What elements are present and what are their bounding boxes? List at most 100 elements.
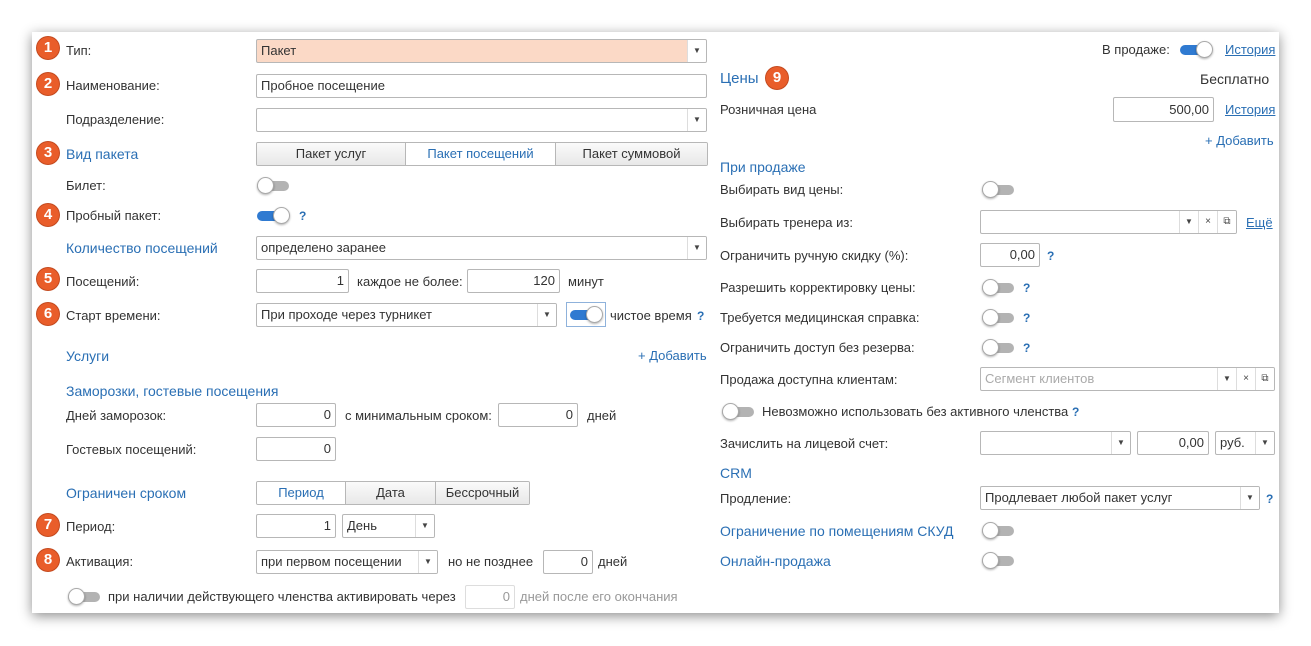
medical-cert-help-icon[interactable]: ? xyxy=(1023,310,1030,326)
name-input[interactable]: Пробное посещение xyxy=(256,74,707,98)
chevron-down-icon[interactable]: ▼ xyxy=(1217,368,1236,390)
period-unit-select[interactable]: День ▼ xyxy=(342,514,435,538)
more-link[interactable]: Ещё xyxy=(1246,215,1273,231)
each-max-input[interactable]: 120 xyxy=(467,269,560,293)
guest-visits-input[interactable]: 0 xyxy=(256,437,336,461)
online-sale-toggle[interactable] xyxy=(982,552,1016,570)
limit-no-reserve-toggle[interactable] xyxy=(982,339,1016,357)
form-panel: 1 Тип: Пакет ▼ 2 Наименование: Пробное п… xyxy=(32,32,1279,613)
free-label: Бесплатно xyxy=(1200,71,1270,87)
membership-activate-input[interactable]: 0 xyxy=(465,585,515,609)
chevron-down-icon[interactable]: ▼ xyxy=(415,515,434,537)
chevron-down-icon[interactable]: ▼ xyxy=(687,109,706,131)
medical-cert-label: Требуется медицинская справка: xyxy=(720,310,920,325)
package-kind-services[interactable]: Пакет услуг xyxy=(257,143,406,165)
name-label: Наименование: xyxy=(66,78,160,93)
on-sale-section-title: При продаже xyxy=(720,159,806,175)
step-badge-3: 3 xyxy=(37,142,59,164)
choose-price-kind-label: Выбирать вид цены: xyxy=(720,182,844,197)
choose-trainer-label: Выбирать тренера из: xyxy=(720,215,853,230)
package-kind-visits[interactable]: Пакет посещений xyxy=(406,143,556,165)
sale-clients-placeholder: Сегмент клиентов xyxy=(985,371,1095,386)
period-input[interactable]: 1 xyxy=(256,514,336,538)
limit-no-reserve-label: Ограничить доступ без резерва: xyxy=(720,340,915,355)
type-select[interactable]: Пакет ▼ xyxy=(256,39,707,63)
trial-toggle[interactable] xyxy=(257,207,291,225)
credit-account-select[interactable]: ▼ xyxy=(980,431,1131,455)
period-unit-value: День xyxy=(347,518,377,533)
services-add-link[interactable]: + Добавить xyxy=(638,348,707,364)
freeze-days-input[interactable]: 0 xyxy=(256,403,336,427)
choose-trainer-select[interactable]: ▼ × ⧉ xyxy=(980,210,1237,234)
renewal-select[interactable]: Продлевает любой пакет услуг ▼ xyxy=(980,486,1260,510)
step-badge-7: 7 xyxy=(37,514,59,536)
online-sale-label: Онлайн-продажа xyxy=(720,553,831,569)
limited-period[interactable]: Период xyxy=(257,482,346,504)
limited-label: Ограничен сроком xyxy=(66,485,187,501)
open-window-icon[interactable]: ⧉ xyxy=(1255,368,1274,390)
chevron-down-icon[interactable]: ▼ xyxy=(1240,487,1259,509)
time-start-value: При проходе через турникет xyxy=(261,307,432,322)
package-kind-label: Вид пакета xyxy=(66,146,139,162)
clear-icon[interactable]: × xyxy=(1236,368,1255,390)
time-start-label: Старт времени: xyxy=(66,308,161,323)
activation-select[interactable]: при первом посещении ▼ xyxy=(256,550,438,574)
medical-cert-toggle[interactable] xyxy=(982,309,1016,327)
guest-visits-label: Гостевых посещений: xyxy=(66,442,197,457)
chevron-down-icon[interactable]: ▼ xyxy=(1255,432,1274,454)
ticket-toggle[interactable] xyxy=(257,177,291,195)
chevron-down-icon[interactable]: ▼ xyxy=(1179,211,1198,233)
currency-select[interactable]: руб. ▼ xyxy=(1215,431,1275,455)
net-time-help-icon[interactable]: ? xyxy=(697,308,704,324)
no-membership-help-icon[interactable]: ? xyxy=(1072,404,1079,420)
credit-amount-input[interactable]: 0,00 xyxy=(1137,431,1209,455)
price-add-link[interactable]: + Добавить xyxy=(1205,133,1274,149)
trial-help-icon[interactable]: ? xyxy=(299,208,306,224)
net-time-label: чистое время xyxy=(610,308,692,323)
limit-discount-help-icon[interactable]: ? xyxy=(1047,248,1054,264)
package-kind-sum[interactable]: Пакет суммовой xyxy=(556,143,707,165)
open-window-icon[interactable]: ⧉ xyxy=(1217,211,1236,233)
no-later-input[interactable]: 0 xyxy=(543,550,593,574)
visits-input[interactable]: 1 xyxy=(256,269,349,293)
each-max-label: каждое не более: xyxy=(357,274,463,289)
time-start-select[interactable]: При проходе через турникет ▼ xyxy=(256,303,557,327)
limited-unlimited[interactable]: Бессрочный xyxy=(436,482,529,504)
choose-price-kind-toggle[interactable] xyxy=(982,181,1016,199)
renewal-label: Продление: xyxy=(720,491,792,506)
chevron-down-icon[interactable]: ▼ xyxy=(418,551,437,573)
renewal-value: Продлевает любой пакет услуг xyxy=(985,490,1173,505)
package-kind-segmented: Пакет услуг Пакет посещений Пакет суммов… xyxy=(256,142,708,166)
retail-price-label: Розничная цена xyxy=(720,102,817,117)
visits-count-select[interactable]: определено заранее ▼ xyxy=(256,236,707,260)
renewal-help-icon[interactable]: ? xyxy=(1266,491,1273,507)
step-badge-6: 6 xyxy=(37,303,59,325)
net-time-toggle[interactable] xyxy=(570,306,604,324)
membership-activate-toggle[interactable] xyxy=(68,588,102,606)
history-link[interactable]: История xyxy=(1225,42,1275,58)
limit-discount-input[interactable]: 0,00 xyxy=(980,243,1040,267)
clear-icon[interactable]: × xyxy=(1198,211,1217,233)
division-select[interactable]: ▼ xyxy=(256,108,707,132)
allow-price-edit-help-icon[interactable]: ? xyxy=(1023,280,1030,296)
type-value: Пакет xyxy=(261,43,297,58)
chevron-down-icon[interactable]: ▼ xyxy=(1111,432,1130,454)
min-term-input[interactable]: 0 xyxy=(498,403,578,427)
skud-toggle[interactable] xyxy=(982,522,1016,540)
chevron-down-icon[interactable]: ▼ xyxy=(687,237,706,259)
chevron-down-icon[interactable]: ▼ xyxy=(687,40,706,62)
freeze-days-label: Дней заморозок: xyxy=(66,408,167,423)
no-membership-toggle[interactable] xyxy=(722,403,756,421)
limit-no-reserve-help-icon[interactable]: ? xyxy=(1023,340,1030,356)
allow-price-edit-toggle[interactable] xyxy=(982,279,1016,297)
sale-clients-select[interactable]: Сегмент клиентов ▼ × ⧉ xyxy=(980,367,1275,391)
history-link-2[interactable]: История xyxy=(1225,102,1275,118)
step-badge-2: 2 xyxy=(37,73,59,95)
step-badge-5: 5 xyxy=(37,268,59,290)
visits-label: Посещений: xyxy=(66,274,140,289)
retail-price-input[interactable]: 500,00 xyxy=(1113,97,1214,122)
credit-account-label: Зачислить на лицевой счет: xyxy=(720,436,889,451)
on-sale-toggle[interactable] xyxy=(1180,41,1214,59)
limited-date[interactable]: Дата xyxy=(346,482,436,504)
chevron-down-icon[interactable]: ▼ xyxy=(537,304,556,326)
